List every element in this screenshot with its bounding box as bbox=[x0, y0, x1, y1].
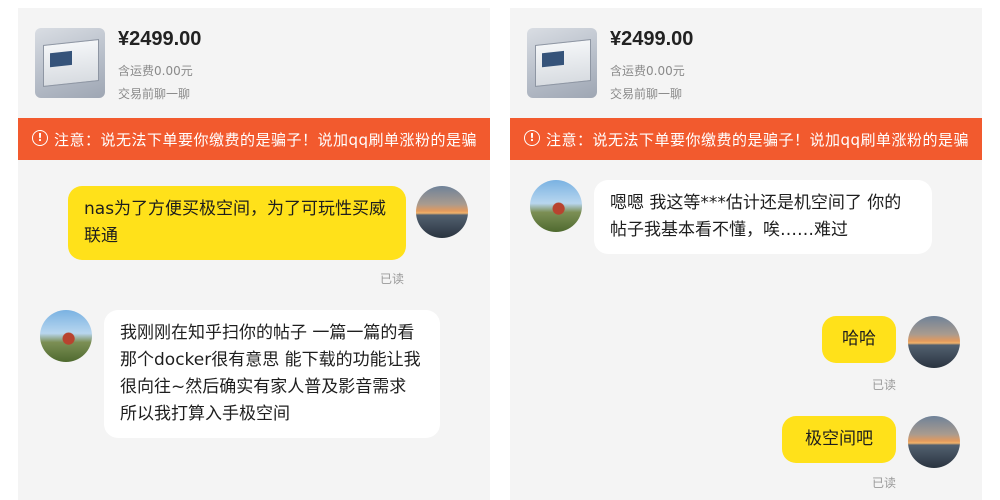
sunset-avatar[interactable] bbox=[908, 316, 960, 368]
warning-text: 注意：说无法下单要你缴费的是骗子！说加qq刷单涨粉的是骗 bbox=[546, 131, 970, 149]
chat-panel-right: ¥2499.00 含运费0.00元 交易前聊一聊 ! 注意：说无法下单要你缴费的… bbox=[510, 8, 982, 500]
shipping-info: 含运费0.00元 bbox=[118, 64, 193, 78]
warning-text: 注意：说无法下单要你缴费的是骗子！说加qq刷单涨粉的是骗 bbox=[54, 131, 478, 149]
product-card[interactable]: ¥2499.00 含运费0.00元 交易前聊一聊 bbox=[510, 8, 982, 116]
alert-circle-icon: ! bbox=[524, 130, 540, 146]
product-card[interactable]: ¥2499.00 含运费0.00元 交易前聊一聊 bbox=[18, 8, 490, 116]
sunset-avatar[interactable] bbox=[416, 186, 468, 238]
chat-before-trade-label: 交易前聊一聊 bbox=[610, 87, 683, 101]
message-bubble-own[interactable]: 极空间吧 bbox=[782, 416, 896, 463]
message-bubble-peer[interactable]: 嗯嗯 我这等***估计还是机空间了 你的帖子我基本看不懂，唉……难过 bbox=[594, 180, 932, 254]
alert-circle-icon: ! bbox=[32, 130, 48, 146]
product-thumbnail[interactable] bbox=[35, 28, 105, 98]
message-bubble-peer[interactable]: 我刚刚在知乎扫你的帖子 一篇一篇的看 那个docker很有意思 能下载的功能让我… bbox=[104, 310, 440, 438]
read-status: 已读 bbox=[380, 272, 405, 286]
message-bubble-own[interactable]: nas为了方便买极空间，为了可玩性买威联通 bbox=[68, 186, 406, 260]
scam-warning-banner: ! 注意：说无法下单要你缴费的是骗子！说加qq刷单涨粉的是骗 bbox=[510, 118, 982, 160]
chat-before-trade-label: 交易前聊一聊 bbox=[118, 87, 191, 101]
read-status: 已读 bbox=[872, 378, 897, 392]
sunset-avatar[interactable] bbox=[908, 416, 960, 468]
shipping-info: 含运费0.00元 bbox=[610, 64, 685, 78]
message-bubble-own[interactable]: 哈哈 bbox=[822, 316, 896, 363]
chat-panel-left: ¥2499.00 含运费0.00元 交易前聊一聊 ! 注意：说无法下单要你缴费的… bbox=[18, 8, 490, 500]
product-thumbnail[interactable] bbox=[527, 28, 597, 98]
scam-warning-banner: ! 注意：说无法下单要你缴费的是骗子！说加qq刷单涨粉的是骗 bbox=[18, 118, 490, 160]
product-price: ¥2499.00 bbox=[610, 28, 694, 50]
read-status: 已读 bbox=[872, 476, 897, 490]
temple-avatar[interactable] bbox=[40, 310, 92, 362]
temple-avatar[interactable] bbox=[530, 180, 582, 232]
product-price: ¥2499.00 bbox=[118, 28, 202, 50]
